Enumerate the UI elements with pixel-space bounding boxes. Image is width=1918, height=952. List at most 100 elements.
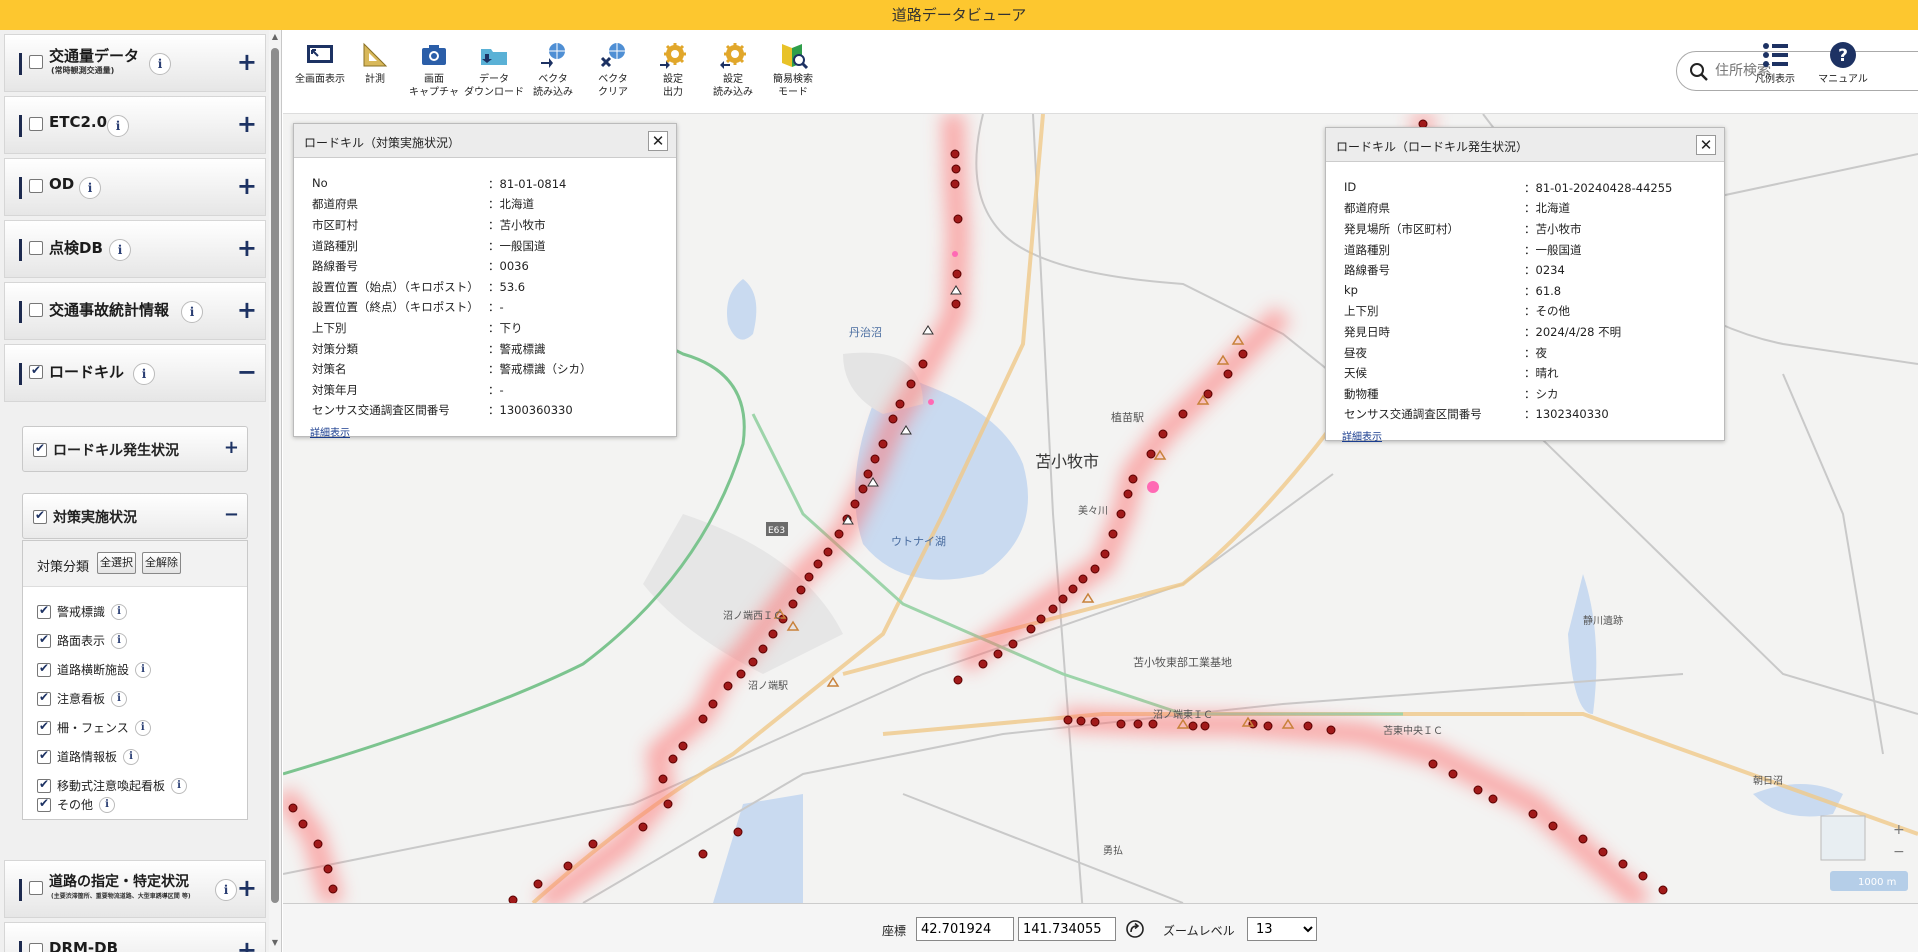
option-label: 道路情報板 [57, 750, 118, 764]
info-icon[interactable]: i [107, 115, 129, 137]
section-traffic-volume[interactable]: 交通量データ (常時観測交通量) i + [4, 34, 266, 92]
coord-jump-icon[interactable] [1125, 919, 1145, 939]
section-checkbox[interactable] [29, 179, 43, 193]
vector-clear-button[interactable]: ベクタ クリア [583, 40, 643, 99]
capture-button[interactable]: 画面 キャプチャ [404, 40, 464, 99]
section-accident-stats[interactable]: 交通事故統計情報 i + [4, 282, 266, 340]
expand-icon[interactable]: + [237, 875, 257, 901]
section-drm-db[interactable]: DRM-DB + [4, 922, 266, 952]
option-checkbox[interactable] [37, 748, 51, 764]
download-button[interactable]: データ ダウンロード [464, 40, 524, 99]
close-icon[interactable]: ✕ [648, 131, 668, 151]
option-checkbox[interactable] [37, 777, 51, 793]
subsection-roadkill-incidents[interactable]: ロードキル発生状況 + [22, 426, 248, 472]
info-icon[interactable]: i [79, 177, 101, 199]
detail-link[interactable]: 詳細表示 [1342, 428, 1382, 443]
expand-icon[interactable]: + [237, 235, 257, 261]
latitude-field[interactable] [916, 917, 1014, 941]
info-icon[interactable]: i [215, 879, 237, 901]
section-road-designation[interactable]: 道路の指定・特定状況 (主要渋滞箇所、重要物流道路、大型車誘導区間 等) i + [4, 860, 266, 918]
info-icon[interactable]: i [135, 661, 152, 678]
info-icon[interactable]: i [111, 603, 128, 620]
row-key: 対策分類 [312, 342, 358, 356]
filter-option[interactable]: 道路横断施設 i [37, 661, 152, 681]
legend-button[interactable]: 凡例表示 [1745, 40, 1805, 86]
filter-option[interactable]: 警戒標識 i [37, 603, 128, 623]
detail-link[interactable]: 詳細表示 [310, 424, 350, 439]
section-od[interactable]: OD i + [4, 158, 266, 216]
info-icon[interactable]: i [149, 53, 171, 75]
info-icon[interactable]: i [109, 239, 131, 261]
section-roadkill[interactable]: ロードキル i − [4, 344, 266, 402]
scroll-down-icon[interactable]: ▼ [271, 938, 279, 947]
manual-button[interactable]: ? マニュアル [1813, 40, 1873, 86]
info-icon[interactable]: i [133, 363, 155, 385]
longitude-field[interactable] [1018, 917, 1116, 941]
option-checkbox[interactable] [37, 661, 51, 677]
expand-icon[interactable]: + [237, 937, 257, 952]
collapse-icon[interactable]: − [237, 359, 257, 385]
info-icon[interactable]: i [171, 777, 188, 794]
filter-option[interactable]: 路面表示 i [37, 632, 128, 652]
option-checkbox[interactable] [37, 796, 51, 812]
fullscreen-button[interactable]: 全画面表示 [290, 40, 350, 86]
subsection-label: ロードキル発生状況 [53, 443, 179, 459]
row-value: ：警戒標識（シカ） [488, 362, 592, 376]
collapse-icon[interactable]: − [224, 502, 239, 528]
info-icon[interactable]: i [134, 719, 151, 736]
section-etc2[interactable]: ETC2.0 i + [4, 96, 266, 154]
subsection-checkbox[interactable] [33, 508, 47, 524]
option-checkbox[interactable] [37, 690, 51, 706]
info-icon[interactable]: i [111, 632, 128, 649]
info-icon[interactable]: i [123, 748, 140, 765]
filter-option[interactable]: 道路情報板 i [37, 748, 140, 768]
row-value: ：81-01-20240428-44255 [1524, 181, 1673, 195]
info-icon[interactable]: i [181, 301, 203, 323]
section-inspection-db[interactable]: 点検DB i + [4, 220, 266, 278]
info-icon[interactable]: i [111, 690, 128, 707]
filter-option[interactable]: その他 i [37, 796, 116, 816]
simple-search-mode-button[interactable]: 簡易検索 モード [763, 40, 823, 99]
close-icon[interactable]: ✕ [1696, 135, 1716, 155]
row-key: 路線番号 [312, 259, 358, 273]
expand-icon[interactable]: + [237, 173, 257, 199]
expand-icon[interactable]: + [224, 435, 239, 461]
section-label: 交通事故統計情報 [49, 301, 170, 319]
section-checkbox[interactable] [29, 363, 43, 379]
section-checkbox[interactable] [29, 55, 43, 69]
option-checkbox[interactable] [37, 632, 51, 648]
settings-export-button[interactable]: 設定 出力 [643, 40, 703, 99]
section-checkbox[interactable] [29, 303, 43, 317]
scrollbar-thumb[interactable] [271, 48, 279, 903]
overview-map[interactable] [1820, 815, 1866, 861]
section-checkbox[interactable] [29, 117, 43, 131]
map-canvas[interactable]: 苫小牧市 丹治沼 ウトナイ湖 植苗駅 苫小牧東部工業基地 沼ノ端東ＩＣ 苫東中央… [283, 114, 1918, 903]
zoom-level-select[interactable]: 13 [1247, 917, 1317, 941]
section-checkbox[interactable] [29, 881, 43, 895]
expand-icon[interactable]: + [237, 49, 257, 75]
svg-text:?: ? [1838, 46, 1848, 66]
filter-option[interactable]: 柵・フェンス i [37, 719, 151, 739]
zoom-in-icon[interactable]: + [1893, 822, 1905, 838]
info-icon[interactable]: i [99, 796, 116, 813]
expand-icon[interactable]: + [237, 111, 257, 137]
sidebar-scrollbar[interactable]: ▲ ▼ [269, 30, 281, 952]
filter-option[interactable]: 移動式注意喚起看板 i [37, 777, 188, 797]
button-label: 読み込み [533, 87, 573, 98]
subsection-checkbox[interactable] [33, 441, 47, 457]
option-checkbox[interactable] [37, 719, 51, 735]
section-checkbox[interactable] [29, 241, 43, 255]
zoom-out-icon[interactable]: − [1893, 844, 1905, 860]
clear-all-button[interactable]: 全解除 [142, 552, 181, 574]
expand-icon[interactable]: + [237, 297, 257, 323]
select-all-button[interactable]: 全選択 [97, 552, 136, 574]
measure-button[interactable]: 計測 [345, 40, 405, 86]
scroll-up-icon[interactable]: ▲ [271, 32, 279, 41]
subsection-roadkill-measures[interactable]: 対策実施状況 − [22, 493, 248, 539]
option-checkbox[interactable] [37, 603, 51, 619]
row-value: ：- [488, 300, 504, 314]
vector-load-button[interactable]: ベクタ 読み込み [523, 40, 583, 99]
filter-option[interactable]: 注意看板 i [37, 690, 128, 710]
section-checkbox[interactable] [29, 943, 43, 952]
settings-import-button[interactable]: 設定 読み込み [703, 40, 763, 99]
